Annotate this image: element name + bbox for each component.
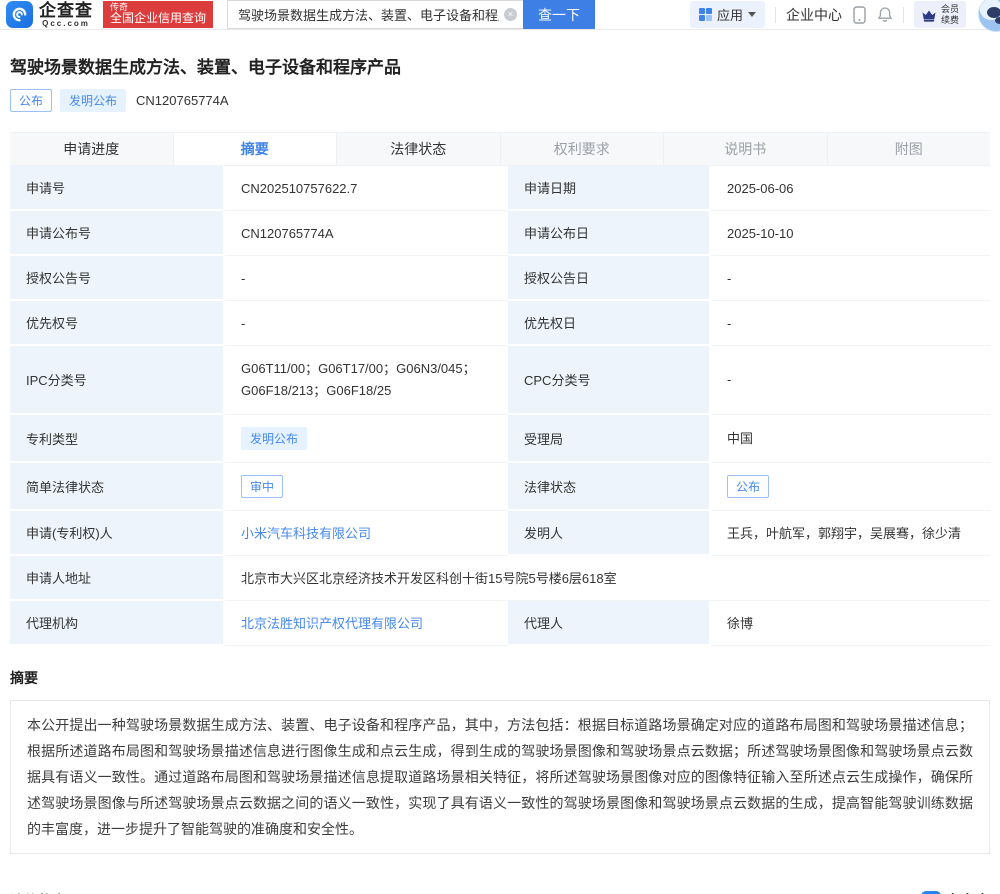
field-label: 申请日期: [508, 166, 711, 211]
table-row: 简单法律状态 审中 法律状态 公布: [10, 463, 990, 511]
apps-label: 应用: [716, 8, 743, 23]
top-header: 企查查 Qcc.com 传奇 全国企业信用查询 × 查一下 应用 企业中心: [0, 0, 1000, 32]
brand-name: 企查查: [945, 890, 990, 894]
search-input[interactable]: [227, 0, 524, 29]
field-label: CPC分类号: [508, 346, 711, 415]
header-nav: 应用 企业中心 会员 续费: [689, 1, 1000, 28]
field-value: 审中: [225, 463, 508, 511]
qcc-logo-icon: [920, 890, 941, 894]
applicant-link[interactable]: 小米汽车科技有限公司: [241, 524, 371, 543]
tab-description[interactable]: 说明书: [664, 133, 828, 165]
field-label: 申请人地址: [10, 556, 225, 601]
field-label: 申请公布日: [508, 211, 711, 256]
field-label: 优先权日: [508, 301, 711, 346]
field-label: 授权公告号: [10, 256, 225, 301]
table-row: IPC分类号 G06T11/00；G06T17/00；G06N3/045；G06…: [10, 346, 990, 415]
table-row: 授权公告号 - 授权公告日 -: [10, 256, 990, 301]
divider: [902, 6, 904, 23]
patent-type-badge: 发明公布: [241, 427, 308, 450]
field-label: 申请(专利权)人: [10, 511, 225, 556]
chevron-down-icon: [747, 12, 756, 17]
inventors-value: 王兵，叶航军，郭翔宇，吴展骞，徐少清: [711, 511, 990, 556]
vip-line1: 会员: [940, 4, 959, 15]
tab-abstract[interactable]: 摘要: [173, 133, 337, 165]
field-value: 徐博: [711, 601, 990, 646]
abstract-heading: 摘要: [10, 670, 38, 686]
page-title: 驾驶场景数据生成方法、装置、电子设备和程序产品: [10, 58, 401, 77]
patent-fields-table: 申请号 CN202510757622.7 申请日期 2025-06-06 申请公…: [10, 165, 990, 646]
field-value: 公布: [711, 463, 990, 511]
detail-tabs: 申请进度 摘要 法律状态 权利要求 说明书 附图: [10, 132, 990, 165]
search-clear-icon[interactable]: ×: [504, 8, 518, 21]
divider: [774, 6, 776, 23]
publication-number: CN120765774A: [136, 93, 229, 108]
field-label: IPC分类号: [10, 346, 225, 415]
field-value: 小米汽车科技有限公司: [225, 511, 508, 556]
field-label: 申请公布号: [10, 211, 225, 256]
abstract-text: 本公开提出一种驾驶场景数据生成方法、装置、电子设备和程序产品，其中，方法包括：根…: [10, 700, 990, 854]
field-value: CN202510757622.7: [225, 166, 508, 211]
table-row: 优先权号 - 优先权日 -: [10, 301, 990, 346]
logo-name: 企查查: [39, 1, 93, 21]
apps-menu[interactable]: 应用: [689, 1, 765, 28]
field-value: 北京法胜知识产权代理有限公司: [225, 601, 508, 646]
mobile-app-icon[interactable]: [852, 5, 867, 24]
vip-renew-button[interactable]: 会员 续费: [913, 1, 966, 28]
search-button[interactable]: 查一下: [523, 0, 596, 29]
table-row: 代理机构 北京法胜知识产权代理有限公司 代理人 徐博: [10, 601, 990, 646]
legal-status-heading: 法律状态: [10, 891, 66, 894]
field-value: 发明公布: [225, 415, 508, 463]
field-value: 2025-06-06: [711, 166, 990, 211]
field-value-ipc: G06T11/00；G06T17/00；G06N3/045；G06F18/213…: [225, 346, 508, 415]
legal-status-badge: 公布: [727, 475, 770, 498]
table-row: 专利类型 发明公布 受理局 中国: [10, 415, 990, 463]
enterprise-center-link[interactable]: 企业中心: [786, 5, 842, 25]
field-label: 受理局: [508, 415, 711, 463]
agency-link[interactable]: 北京法胜知识产权代理有限公司: [241, 614, 423, 633]
tab-application-progress[interactable]: 申请进度: [10, 133, 174, 165]
field-label: 代理机构: [10, 601, 225, 646]
field-value: -: [225, 256, 508, 301]
search-bar: × 查一下: [227, 0, 596, 29]
field-label: 代理人: [508, 601, 711, 646]
field-value: 2025-10-10: [711, 211, 990, 256]
field-value: -: [711, 256, 990, 301]
qcc-logo-icon: [6, 1, 33, 29]
field-label: 申请号: [10, 166, 225, 211]
patent-type-badge: 发明公布: [60, 89, 127, 112]
tab-claims[interactable]: 权利要求: [500, 133, 664, 165]
table-row: 申请(专利权)人 小米汽车科技有限公司 发明人 王兵，叶航军，郭翔宇，吴展骞，徐…: [10, 511, 990, 556]
vip-line2: 续费: [940, 14, 959, 25]
crown-icon: [922, 10, 936, 22]
table-row: 申请号 CN202510757622.7 申请日期 2025-06-06: [10, 166, 990, 211]
qcc-logo[interactable]: 企查查 Qcc.com 传奇 全国企业信用查询: [6, 0, 214, 29]
field-label: 发明人: [508, 511, 711, 556]
apps-grid-icon: [698, 8, 712, 21]
field-label: 授权公告日: [508, 256, 711, 301]
tab-legal-status[interactable]: 法律状态: [337, 133, 501, 165]
field-value: CN120765774A: [225, 211, 508, 256]
status-badge: 公布: [10, 89, 53, 112]
logo-ribbon: 传奇 全国企业信用查询: [103, 0, 214, 29]
field-value: -: [711, 301, 990, 346]
qcc-watermark-logo: 企查查: [920, 890, 990, 894]
table-row: 申请人地址 北京市大兴区北京经济技术开发区科创十街15号院5号楼6层618室: [10, 556, 990, 601]
logo-domain: Qcc.com: [42, 19, 90, 29]
field-label: 简单法律状态: [10, 463, 225, 511]
field-label: 专利类型: [10, 415, 225, 463]
ribbon-line2: 全国企业信用查询: [110, 11, 207, 26]
simple-legal-status-badge: 审中: [241, 475, 284, 498]
field-value: -: [225, 301, 508, 346]
table-row: 申请公布号 CN120765774A 申请公布日 2025-10-10: [10, 211, 990, 256]
field-value: 中国: [711, 415, 990, 463]
tab-figures[interactable]: 附图: [827, 133, 990, 165]
field-value: -: [711, 346, 990, 415]
field-label: 法律状态: [508, 463, 711, 511]
notification-bell-icon[interactable]: [877, 6, 893, 23]
field-label: 优先权号: [10, 301, 225, 346]
applicant-address-value: 北京市大兴区北京经济技术开发区科创十街15号院5号楼6层618室: [225, 556, 990, 601]
